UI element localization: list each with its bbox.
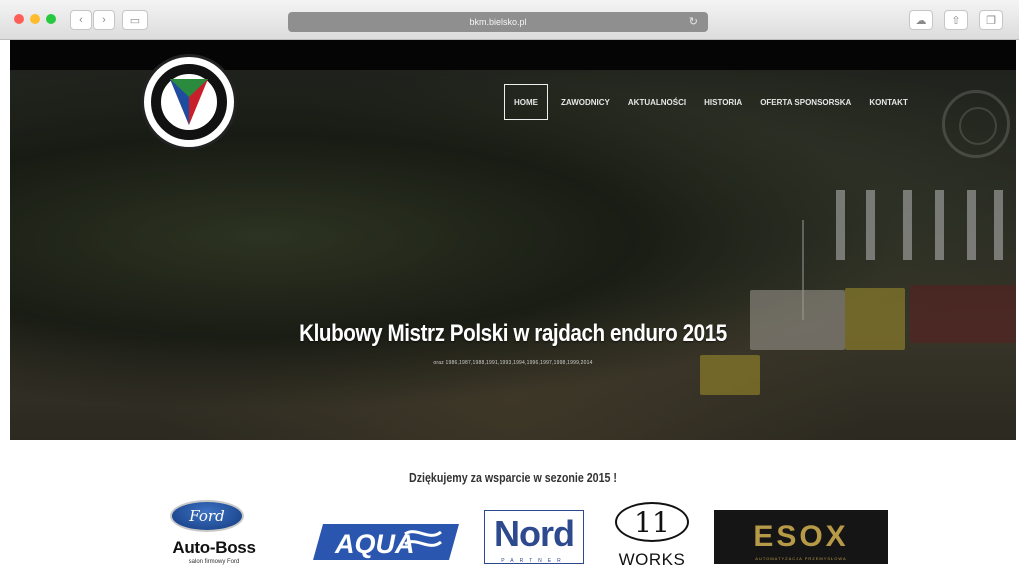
url-text: bkm.bielsko.pl: [469, 17, 527, 27]
chevron-left-icon: ‹: [79, 14, 83, 26]
club-emblem-icon: [170, 79, 208, 125]
tabs-button[interactable]: ❐: [979, 10, 1003, 30]
sponsor-tagline: PARTNER: [501, 558, 567, 564]
chevron-right-icon: ›: [102, 14, 106, 26]
window-controls: [14, 14, 56, 24]
sidebar-icon: ▭: [129, 14, 141, 27]
nav-oferta-sponsorska[interactable]: OFERTA SPONSORSKA: [751, 84, 860, 120]
nav-aktualnosci[interactable]: AKTUALNOŚCI: [619, 84, 695, 120]
works-number: 11: [634, 505, 670, 539]
watermark-logo-icon: [942, 90, 1010, 158]
tabs-icon: ❐: [986, 14, 996, 27]
back-button[interactable]: ‹: [70, 10, 92, 30]
sponsor-nord[interactable]: Nord PARTNER: [484, 498, 584, 583]
web-page: HOME ZAWODNICY AKTUALNOŚCI HISTORIA OFER…: [10, 40, 1016, 583]
forward-button[interactable]: ›: [93, 10, 115, 30]
zoom-window-button[interactable]: [46, 14, 56, 24]
nav-kontakt[interactable]: KONTAKT: [860, 84, 917, 120]
nav-historia[interactable]: HISTORIA: [695, 84, 751, 120]
sponsor-name: Auto-Boss: [172, 538, 256, 557]
sponsor-logos: Ford Auto-Boss salon firmowy Ford AQUA N…: [10, 498, 1016, 583]
aqua-logo-text: AQUA: [334, 529, 415, 559]
sponsor-ford-auto-boss[interactable]: Ford Auto-Boss salon firmowy Ford: [154, 498, 274, 583]
sponsor-11-works[interactable]: 11 WORKS: [607, 498, 697, 583]
browser-window: ‹ › ▭ bkm.bielsko.pl ↻ ☁ ⇧ ❐ HOME ZAWODN…: [0, 0, 1019, 583]
nav-home[interactable]: HOME: [504, 84, 548, 120]
ford-logo-icon: Ford: [170, 500, 244, 532]
sponsors-heading: Dziękujemy za wsparcie w sezonie 2015 !: [409, 470, 617, 485]
main-navigation: HOME ZAWODNICY AKTUALNOŚCI HISTORIA OFER…: [504, 84, 917, 120]
close-window-button[interactable]: [14, 14, 24, 24]
share-icon: ⇧: [951, 14, 961, 27]
esox-logo-text: ESOX: [753, 520, 849, 553]
browser-toolbar: ‹ › ▭ bkm.bielsko.pl ↻ ☁ ⇧ ❐: [0, 0, 1019, 40]
works-logo-icon: 11: [615, 502, 689, 542]
hero-section: HOME ZAWODNICY AKTUALNOŚCI HISTORIA OFER…: [10, 40, 1016, 440]
address-bar[interactable]: bkm.bielsko.pl ↻: [288, 12, 708, 32]
sidebar-button[interactable]: ▭: [122, 10, 148, 30]
hero-headline: Klubowy Mistrz Polski w rajdach enduro 2…: [299, 320, 727, 347]
sponsor-tagline: AUTOMATYZACJA PRZEMYSŁOWA: [755, 556, 847, 561]
cloud-button[interactable]: ☁: [909, 10, 933, 30]
share-button[interactable]: ⇧: [944, 10, 968, 30]
minimize-window-button[interactable]: [30, 14, 40, 24]
sponsor-tagline: salon firmowy Ford: [188, 559, 240, 565]
nord-logo: Nord: [484, 510, 584, 564]
reload-icon[interactable]: ↻: [689, 15, 698, 28]
sponsor-name: WORKS: [618, 550, 686, 569]
hero-subline: oraz 1986,1987,1988,1991,1993,1994,1996,…: [433, 360, 593, 366]
club-logo[interactable]: [141, 54, 237, 150]
cloud-icon: ☁: [915, 14, 927, 27]
sponsor-esox[interactable]: ESOX AUTOMATYZACJA PRZEMYSŁOWA: [714, 498, 888, 583]
ford-oval-text: Ford: [189, 507, 225, 525]
nav-zawodnicy[interactable]: ZAWODNICY: [552, 84, 619, 120]
sponsor-aqua[interactable]: AQUA: [313, 498, 463, 583]
nord-logo-text: Nord: [494, 513, 575, 554]
aqua-logo-icon: AQUA: [313, 524, 459, 560]
